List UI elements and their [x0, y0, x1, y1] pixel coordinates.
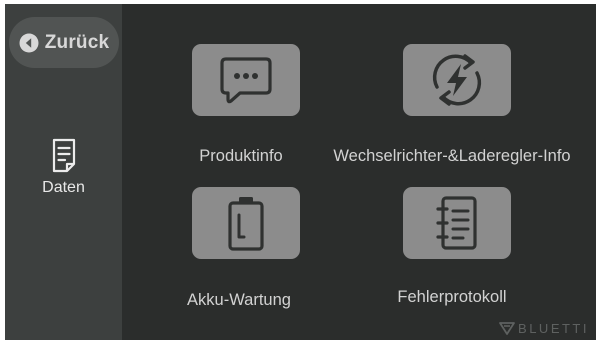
sidebar-item-data-label: Daten	[42, 179, 85, 196]
sidebar-item-data[interactable]: Daten	[5, 138, 122, 213]
tile-battery-maintenance-label: Akku-Wartung	[187, 291, 291, 309]
battery-icon	[228, 197, 264, 251]
tile-battery-maintenance[interactable]	[192, 187, 300, 259]
brand-name: BLUETTI	[518, 321, 589, 336]
document-icon	[52, 138, 75, 173]
tile-product-info-label: Produktinfo	[199, 147, 283, 165]
tile-error-log[interactable]	[403, 187, 511, 259]
screen-frame: Zurück Daten Produktinfo Wechselrichter-…	[5, 4, 596, 340]
chat-bubble-icon	[220, 57, 272, 104]
sidebar: Zurück Daten	[5, 4, 122, 340]
log-notebook-icon	[436, 196, 477, 250]
back-button-label: Zurück	[44, 31, 110, 53]
tile-product-info[interactable]	[192, 44, 300, 116]
bluetti-logo-icon	[499, 322, 515, 335]
tile-inverter-info-label: Wechselrichter-&Laderegler-Info	[333, 147, 571, 165]
lightning-cycle-icon	[432, 54, 482, 106]
tile-error-log-label: Fehlerprotokoll	[397, 288, 507, 306]
back-button[interactable]: Zurück	[9, 17, 119, 68]
tile-inverter-info[interactable]	[403, 44, 511, 116]
brand-logo: BLUETTI	[499, 321, 589, 336]
back-arrow-icon	[19, 33, 39, 52]
